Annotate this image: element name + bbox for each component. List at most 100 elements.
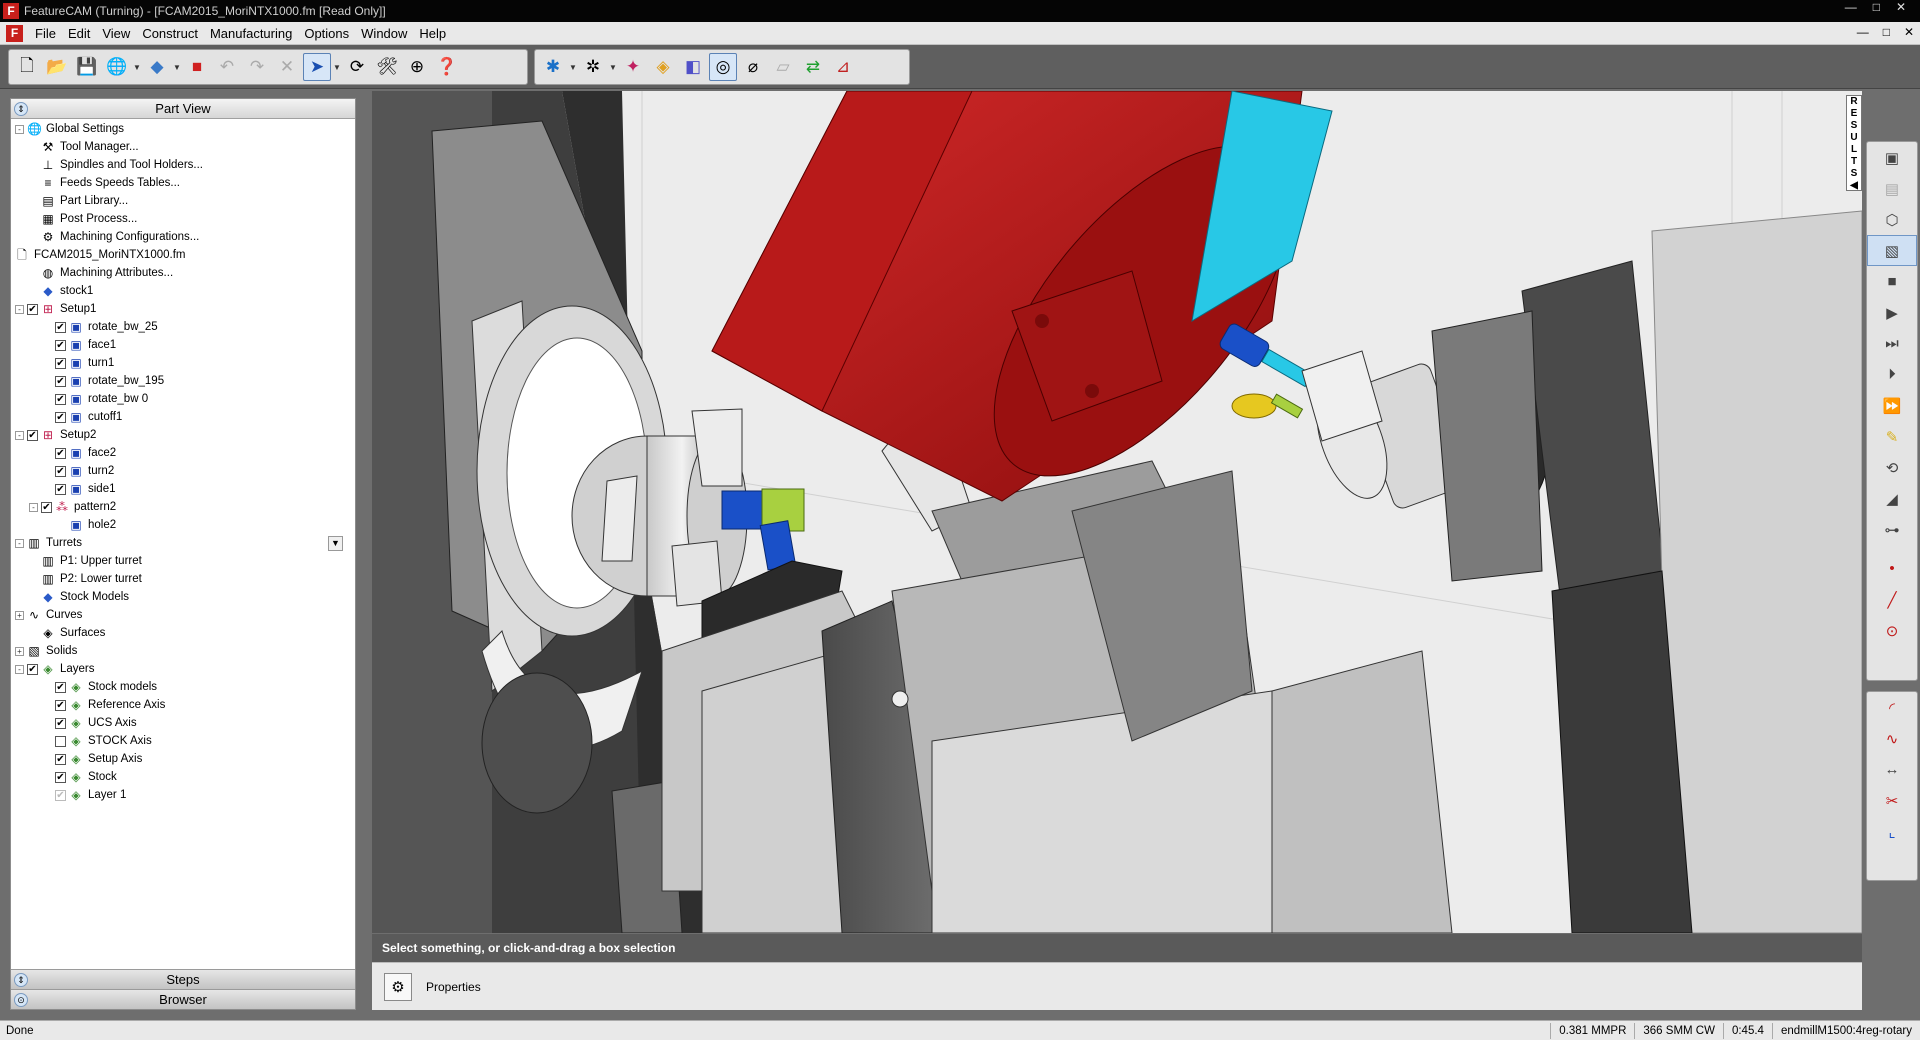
tree-item[interactable]: - ✔ ⁂ pattern2 bbox=[11, 498, 355, 516]
menu-help[interactable]: Help bbox=[413, 26, 452, 41]
save-icon[interactable]: 💾 bbox=[73, 53, 101, 81]
tree-item[interactable]: ⚒ Tool Manager... bbox=[11, 138, 355, 156]
tree-item[interactable]: - 🌐 Global Settings bbox=[11, 120, 355, 138]
tree-checkbox[interactable]: ✔ bbox=[55, 393, 66, 405]
menu-window[interactable]: Window bbox=[355, 26, 413, 41]
simulation-icon[interactable]: ◎ bbox=[709, 53, 737, 81]
tree-item[interactable]: - ▥ Turrets bbox=[11, 534, 355, 552]
tool-manager-icon[interactable]: 🛠 bbox=[373, 53, 401, 81]
surface-icon[interactable]: ◈ bbox=[649, 53, 677, 81]
tree-item[interactable]: ⚙ Machining Configurations... bbox=[11, 228, 355, 246]
tree-checkbox[interactable]: ✔ bbox=[41, 501, 52, 513]
tree-item[interactable]: ✔ ◈ Reference Axis bbox=[11, 696, 355, 714]
curve-icon[interactable]: ✦ bbox=[619, 53, 647, 81]
tree-item[interactable]: 🗋 FCAM2015_MoriNTX1000.fm bbox=[11, 246, 355, 264]
tree-checkbox[interactable]: ✔ bbox=[55, 681, 66, 693]
doc-minimize-button[interactable]: — bbox=[1857, 25, 1869, 39]
results-tab[interactable]: RESULTS ◀ bbox=[1846, 95, 1862, 191]
tree-checkbox[interactable]: ✔ bbox=[27, 663, 38, 675]
minimize-button[interactable]: — bbox=[1845, 0, 1857, 14]
tree-item[interactable]: ✔ ◈ UCS Axis bbox=[11, 714, 355, 732]
rotate-icon[interactable]: ⟳ bbox=[343, 53, 371, 81]
open-folder-icon[interactable]: 📂 bbox=[43, 53, 71, 81]
collapse-icon[interactable]: - bbox=[15, 124, 24, 134]
tree-item[interactable]: ⊥ Spindles and Tool Holders... bbox=[11, 156, 355, 174]
ucs-icon[interactable]: ⊕ bbox=[403, 53, 431, 81]
menu-construct[interactable]: Construct bbox=[136, 26, 204, 41]
chevron-down-icon[interactable]: ▼ bbox=[133, 63, 141, 72]
collapse-icon[interactable]: - bbox=[15, 538, 24, 548]
tab-browser[interactable]: ⊙ Browser bbox=[11, 989, 355, 1009]
tree-checkbox[interactable]: ✔ bbox=[55, 771, 66, 783]
redo-icon[interactable]: ↷ bbox=[243, 53, 271, 81]
eraser-icon[interactable]: ✎ bbox=[1867, 421, 1917, 452]
point-icon[interactable]: • bbox=[1867, 553, 1917, 584]
tree-checkbox[interactable]: ✔ bbox=[55, 699, 66, 711]
tree-checkbox[interactable]: ✔ bbox=[55, 789, 66, 801]
collapse-icon[interactable]: - bbox=[15, 430, 24, 440]
stop-icon[interactable]: ■ bbox=[1867, 266, 1917, 297]
tree-checkbox[interactable]: ✔ bbox=[27, 429, 38, 441]
globe-icon[interactable]: 🌐 bbox=[103, 53, 131, 81]
tree-checkbox[interactable]: ✔ bbox=[55, 483, 66, 495]
tree-item[interactable]: ▥ P2: Lower turret bbox=[11, 570, 355, 588]
tree-checkbox[interactable]: ✔ bbox=[55, 465, 66, 477]
select-pointer-icon[interactable]: ➤ bbox=[303, 53, 331, 81]
close-button[interactable]: ✕ bbox=[1896, 0, 1906, 14]
help-icon[interactable]: ❓ bbox=[433, 53, 461, 81]
tree-item[interactable]: ◆ Stock Models bbox=[11, 588, 355, 606]
measure-icon[interactable]: ⊿ bbox=[829, 53, 857, 81]
shape-icon[interactable]: ✲ bbox=[579, 53, 607, 81]
expand-icon[interactable]: + bbox=[15, 646, 24, 656]
isometric-view-icon[interactable]: ⬡ bbox=[1867, 204, 1917, 235]
tree-item[interactable]: - ✔ ⊞ Setup2 bbox=[11, 426, 355, 444]
step-forward-icon[interactable]: ⏩ bbox=[1867, 390, 1917, 421]
doc-restore-button[interactable]: □ bbox=[1883, 25, 1890, 39]
tree-item[interactable]: ✔ ▣ rotate_bw_25 bbox=[11, 318, 355, 336]
tree-checkbox[interactable] bbox=[55, 735, 66, 747]
toolpath-icon[interactable]: ⌀ bbox=[739, 53, 767, 81]
chevron-down-icon[interactable]: ▼ bbox=[609, 63, 617, 72]
menu-file[interactable]: File bbox=[29, 26, 62, 41]
tree-checkbox[interactable]: ✔ bbox=[55, 447, 66, 459]
panel-menu-icon[interactable]: ⇕ bbox=[14, 102, 28, 116]
tree-item[interactable]: ✔ ▣ cutoff1 bbox=[11, 408, 355, 426]
tree-checkbox[interactable]: ✔ bbox=[55, 411, 66, 423]
tree-checkbox[interactable]: ✔ bbox=[55, 339, 66, 351]
properties-label[interactable]: Properties bbox=[426, 980, 481, 994]
chevron-down-icon[interactable]: ▼ bbox=[569, 63, 577, 72]
play-icon[interactable]: ▶ bbox=[1867, 297, 1917, 328]
tree-item[interactable]: + ▧ Solids bbox=[11, 642, 355, 660]
tab-steps[interactable]: ⇕ Steps bbox=[11, 969, 355, 989]
circle-icon[interactable]: ⊙ bbox=[1867, 615, 1917, 646]
menu-options[interactable]: Options bbox=[298, 26, 355, 41]
arc-icon[interactable]: ◜ bbox=[1867, 692, 1917, 723]
tree-item[interactable]: ✔ ▣ face2 bbox=[11, 444, 355, 462]
tree-item[interactable]: ▤ Part Library... bbox=[11, 192, 355, 210]
nc-code-icon[interactable]: ▱ bbox=[769, 53, 797, 81]
tree-checkbox[interactable]: ✔ bbox=[55, 321, 66, 333]
collapse-icon[interactable]: - bbox=[15, 304, 24, 314]
menu-edit[interactable]: Edit bbox=[62, 26, 96, 41]
undo-icon[interactable]: ↶ bbox=[213, 53, 241, 81]
tree-item[interactable]: ≡ Feeds Speeds Tables... bbox=[11, 174, 355, 192]
tree-checkbox[interactable]: ✔ bbox=[55, 357, 66, 369]
feature-icon[interactable]: ■ bbox=[183, 53, 211, 81]
maximize-button[interactable]: □ bbox=[1873, 0, 1880, 14]
tree-checkbox[interactable]: ✔ bbox=[55, 717, 66, 729]
snap-icon[interactable]: ✱ bbox=[539, 53, 567, 81]
settings-icon[interactable]: ⇄ bbox=[799, 53, 827, 81]
tree-item[interactable]: ✔ ▣ rotate_bw 0 bbox=[11, 390, 355, 408]
tree-item[interactable]: ◆ stock1 bbox=[11, 282, 355, 300]
section-icon[interactable]: ◢ bbox=[1867, 483, 1917, 514]
tree-item[interactable]: - ✔ ⊞ Setup1 bbox=[11, 300, 355, 318]
tree-checkbox[interactable]: ✔ bbox=[55, 753, 66, 765]
properties-icon[interactable]: ⚙ bbox=[384, 972, 412, 1001]
tree-item[interactable]: ✔ ◈ Setup Axis bbox=[11, 750, 355, 768]
tree-item[interactable]: ✔ ▣ turn2 bbox=[11, 462, 355, 480]
center-view-icon[interactable]: ▣ bbox=[1867, 142, 1917, 173]
delete-icon[interactable]: ✕ bbox=[273, 53, 301, 81]
slider-icon[interactable]: ⊶ bbox=[1867, 514, 1917, 545]
line-icon[interactable]: ╱ bbox=[1867, 584, 1917, 615]
collapse-icon[interactable]: - bbox=[15, 664, 24, 674]
